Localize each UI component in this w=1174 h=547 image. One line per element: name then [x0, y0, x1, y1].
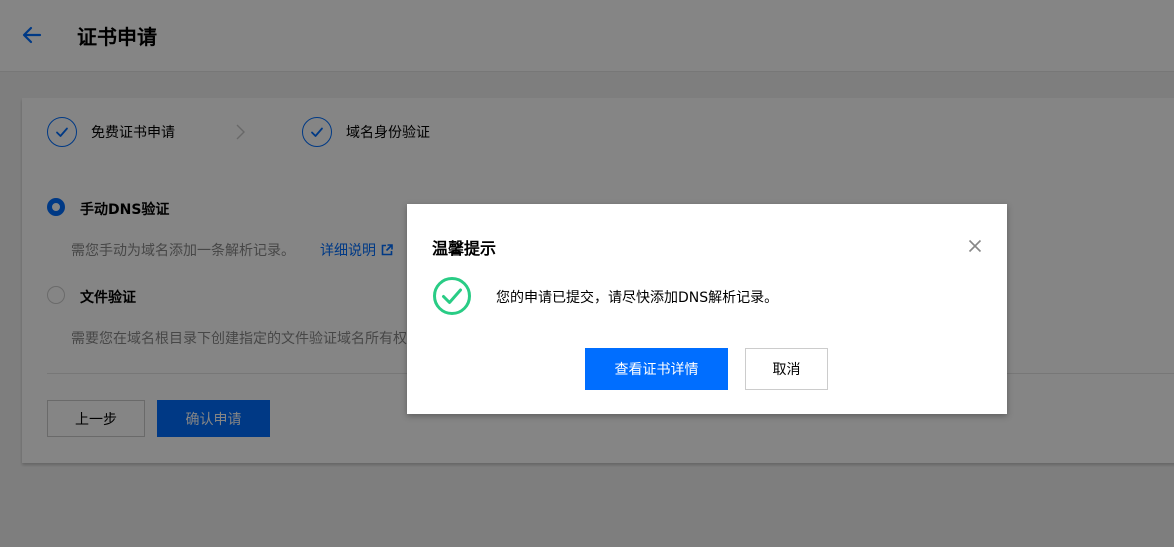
view-cert-details-button[interactable]: 查看证书详情: [585, 348, 728, 390]
tip-dialog: 温馨提示 您的申请已提交，请尽快添加DNS解析记录。 查看证书详情 取消: [407, 204, 1007, 414]
dialog-message: 您的申请已提交，请尽快添加DNS解析记录。: [496, 290, 779, 306]
cancel-button[interactable]: 取消: [745, 348, 828, 390]
dialog-title: 温馨提示: [432, 239, 497, 258]
close-icon[interactable]: [968, 239, 982, 253]
success-check-icon: [433, 277, 471, 315]
